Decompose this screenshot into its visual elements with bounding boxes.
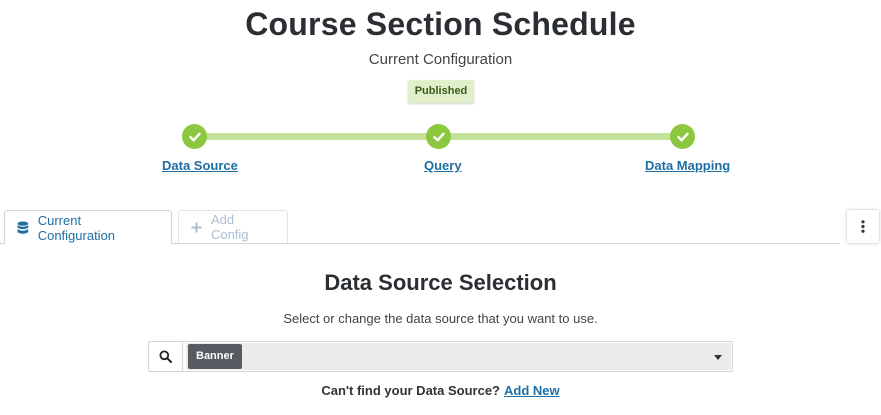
search-icon [159,350,172,363]
step-link-data-mapping[interactable]: Data Mapping [645,158,730,173]
section-description: Select or change the data source that yo… [283,311,598,326]
step-complete-icon [670,124,695,149]
add-config-tab[interactable]: Add Config [178,210,288,243]
page-subtitle: Current Configuration [368,51,513,68]
step-complete-icon [182,124,207,149]
status-badge: Published [408,80,474,103]
add-new-link[interactable]: Add New [504,383,560,398]
plus-icon [191,222,202,232]
section-title: Data Source Selection [324,270,557,295]
data-source-selector[interactable]: Banner [148,341,733,372]
step-link-query[interactable]: Query [424,158,462,173]
chevron-down-icon[interactable] [714,355,722,360]
tab-label: Add Config [210,212,249,242]
tab-current-configuration[interactable]: Current Configuration [4,210,172,244]
tab-label: Current Configuration [37,212,116,243]
step-complete-icon [426,124,451,149]
more-options-button[interactable] [847,210,879,243]
prompt-text: Can't find your Data Source? [321,383,500,398]
vertical-ellipsis-icon [861,220,865,233]
data-source-select[interactable]: Banner [186,343,731,370]
selected-source-chip[interactable]: Banner [188,344,242,369]
add-source-prompt: Can't find your Data Source? Add New [0,383,881,398]
search-button[interactable] [149,342,183,371]
page-title: Course Section Schedule [245,6,636,42]
database-icon [17,220,29,234]
step-link-data-source[interactable]: Data Source [162,158,238,173]
